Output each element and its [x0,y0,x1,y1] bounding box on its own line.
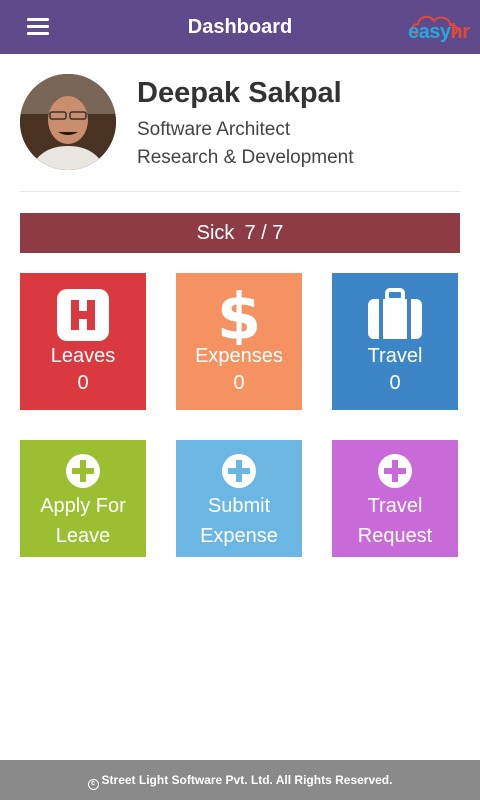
submit-expense-label-1: Submit [207,495,271,517]
sick-leave-balance[interactable]: Sick 7 / 7 [20,213,460,253]
travel-request-label-1: Travel [367,495,423,517]
submit-expense-button[interactable]: Submit Expense [176,440,302,557]
plus-circle-icon [378,454,412,488]
profile-department: Research & Development [137,147,354,168]
leaves-label: Leaves [50,345,116,367]
avatar[interactable] [20,74,116,170]
expenses-count: 0 [233,372,245,394]
dollar-icon: $ [217,285,262,345]
travel-request-label-2: Request [357,525,433,547]
profile-role: Software Architect [137,119,291,140]
footer: c Street Light Software Pvt. Ltd. All Rig… [0,760,480,800]
leave-type: Sick [196,222,235,244]
expenses-label: Expenses [195,345,283,367]
leaves-tile[interactable]: Leaves 0 [20,273,146,410]
brand-name: easyhr [408,21,470,43]
apply-for-leave-label-2: Leave [55,525,111,547]
travel-request-button[interactable]: Travel Request [332,440,458,557]
travel-count: 0 [389,372,401,394]
expenses-tile[interactable]: $ Expenses 0 [176,273,302,410]
footer-text: Street Light Software Pvt. Ltd. All Righ… [101,773,393,787]
submit-expense-label-2: Expense [200,525,278,547]
hospital-icon [57,289,109,341]
apply-for-leave-label-1: Apply For [40,495,126,517]
svg-text:$: $ [217,285,262,345]
travel-label: Travel [367,345,423,367]
profile-card: Deepak Sakpal Software Architect Researc… [20,74,460,192]
leave-balance-value: 7 / 7 [244,222,284,244]
travel-tile[interactable]: Travel 0 [332,273,458,410]
profile-name: Deepak Sakpal [137,77,342,109]
apply-for-leave-button[interactable]: Apply For Leave [20,440,146,557]
plus-circle-icon [222,454,256,488]
leaves-count: 0 [77,372,89,394]
brand-logo: easyhr [408,12,470,44]
plus-circle-icon [66,454,100,488]
suitcase-icon [368,288,422,339]
app-header: Dashboard easyhr [0,0,480,54]
profile-photo [20,74,116,170]
copyright-icon: c [87,779,99,790]
